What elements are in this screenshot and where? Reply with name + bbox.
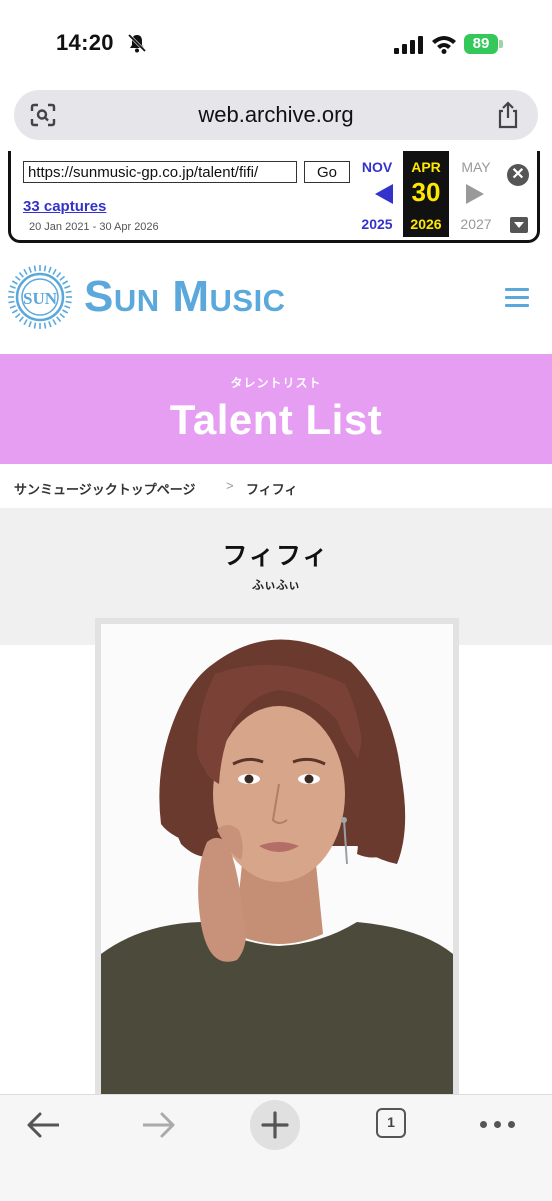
tabs-icon[interactable]: 1: [376, 1108, 406, 1138]
wayback-go-button[interactable]: Go: [304, 161, 350, 183]
wayback-current-year: 2026: [410, 216, 442, 232]
url-text[interactable]: web.archive.org: [14, 102, 538, 128]
new-tab-button[interactable]: [250, 1100, 300, 1150]
status-bar: 14:20 89: [0, 0, 552, 92]
forward-arrow-icon[interactable]: [140, 1111, 178, 1139]
breadcrumb: サンミュージックトップページ > フィフィ: [0, 464, 552, 508]
banner-subtitle: タレントリスト: [230, 376, 322, 390]
more-icon[interactable]: [480, 1121, 516, 1129]
svg-text:SUN: SUN: [23, 289, 58, 308]
prev-arrow-icon[interactable]: [375, 184, 393, 204]
wayback-prev-month[interactable]: NOV: [353, 159, 401, 175]
bell-muted-icon: [127, 33, 147, 53]
talent-name-kana: ふぃふぃ: [251, 578, 300, 592]
share-icon[interactable]: [496, 101, 520, 129]
wayback-prev-year[interactable]: 2025: [353, 216, 401, 232]
battery-tip: [499, 40, 503, 48]
talent-list-banner: タレントリスト Talent List: [0, 354, 552, 464]
battery-indicator: 89: [464, 34, 498, 54]
plus-icon[interactable]: [250, 1100, 300, 1150]
wayback-next-capture: MAY 2027: [452, 151, 500, 237]
back-arrow-icon[interactable]: [24, 1111, 62, 1139]
chevron-down-icon[interactable]: [510, 217, 528, 233]
browser-bottom-toolbar: 1: [0, 1094, 552, 1201]
wayback-current-capture: APR 30 2026: [403, 151, 449, 237]
breadcrumb-home-link[interactable]: サンミュージックトップページ: [14, 479, 195, 498]
close-icon[interactable]: ✕: [507, 164, 529, 186]
chevron-right-icon: >: [226, 478, 234, 493]
site-header: SUN Sun Music: [0, 252, 552, 352]
wayback-current-day: 30: [411, 177, 441, 207]
banner-title: Talent List: [169, 396, 383, 443]
wayback-next-month: MAY: [461, 159, 491, 175]
wifi-icon: [432, 36, 456, 54]
wayback-next-year: 2027: [460, 216, 492, 232]
next-arrow-icon: [466, 184, 484, 204]
sun-music-logo-icon[interactable]: SUN: [7, 264, 73, 330]
hamburger-menu-icon[interactable]: [505, 285, 529, 309]
wayback-url-input[interactable]: https://sunmusic-gp.co.jp/talent/fifi/: [23, 161, 297, 183]
status-time: 14:20: [56, 30, 114, 55]
address-bar[interactable]: web.archive.org: [14, 90, 538, 140]
talent-name: フィフィ: [222, 542, 330, 570]
wayback-current-month: APR: [411, 159, 441, 175]
profile-photo-frame: [95, 618, 459, 1098]
wayback-prev-capture[interactable]: NOV 2025: [353, 151, 401, 237]
wayback-captures-link[interactable]: 33 captures: [23, 198, 106, 215]
wayback-toolbar: https://sunmusic-gp.co.jp/talent/fifi/ G…: [8, 151, 540, 243]
breadcrumb-current: フィフィ: [246, 482, 298, 497]
profile-photo: [101, 624, 453, 1098]
cellular-signal-icon: [394, 36, 423, 54]
site-logo-text[interactable]: Sun Music: [84, 272, 286, 322]
portrait-illustration: [101, 624, 453, 1098]
wayback-capture-range: 20 Jan 2021 - 30 Apr 2026: [29, 221, 159, 233]
